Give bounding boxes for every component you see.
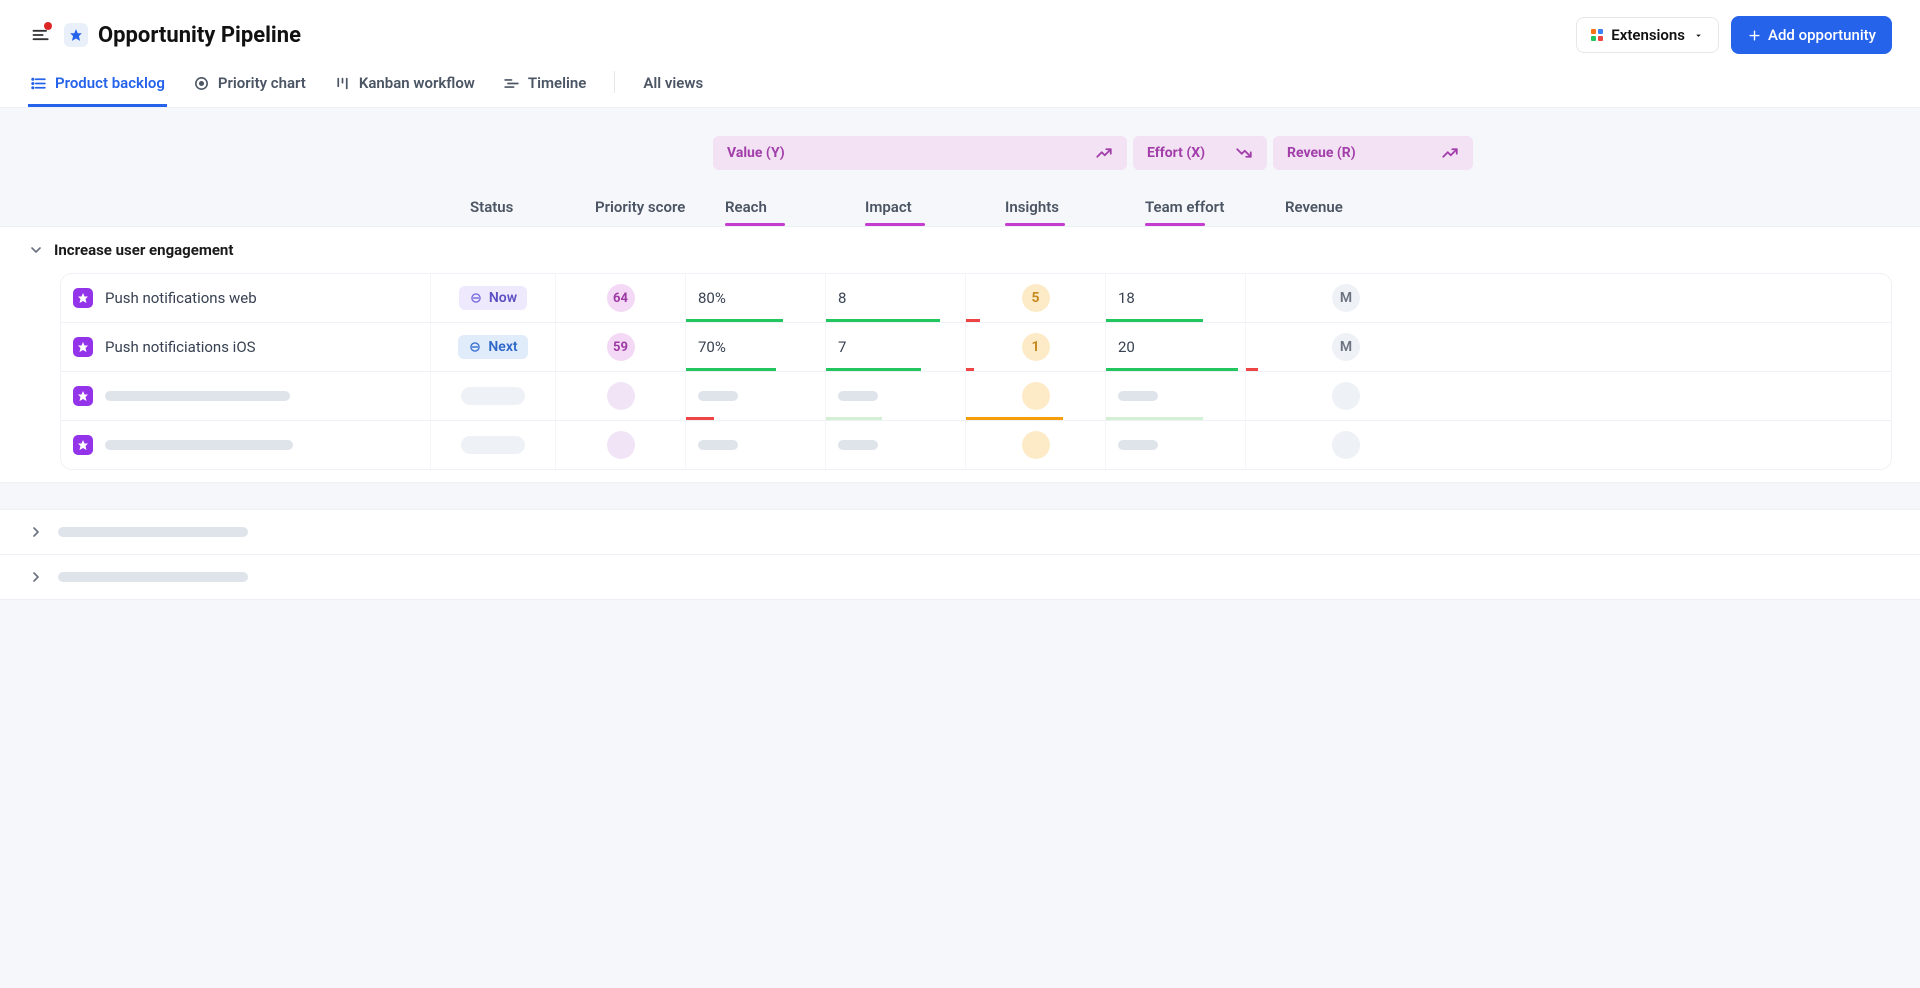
impact-value: 7 xyxy=(838,338,846,356)
tab-product-backlog[interactable]: Product backlog xyxy=(28,66,167,107)
plus-icon xyxy=(1747,28,1762,43)
status-label: Next xyxy=(488,339,517,355)
dimension-label: Reveue (R) xyxy=(1287,145,1356,161)
column-header-impact[interactable]: Impact xyxy=(853,188,993,226)
extensions-label: Extensions xyxy=(1611,26,1685,44)
insights-badge: 5 xyxy=(1022,284,1050,312)
tab-kanban[interactable]: Kanban workflow xyxy=(332,66,477,107)
revenue-badge: M xyxy=(1332,284,1360,312)
opportunity-star-icon xyxy=(73,337,93,357)
group-name: Increase user engagement xyxy=(54,241,233,259)
tab-label: Timeline xyxy=(528,74,586,92)
target-icon xyxy=(193,75,210,92)
group-header-collapsed[interactable] xyxy=(0,555,1920,600)
dimension-effort[interactable]: Effort (X) xyxy=(1133,136,1267,170)
tab-label: Kanban workflow xyxy=(359,74,475,92)
table-row-placeholder xyxy=(61,372,1891,421)
chevron-right-icon xyxy=(28,524,44,540)
chevron-down-icon xyxy=(28,242,44,258)
column-header-status[interactable]: Status xyxy=(458,188,583,226)
chevron-down-icon xyxy=(1693,30,1704,41)
dimension-revenue[interactable]: Reveue (R) xyxy=(1273,136,1473,170)
page-title: Opportunity Pipeline xyxy=(98,23,301,48)
reach-value: 80% xyxy=(698,289,726,307)
table-row[interactable]: Push notificiations iOS Next 59 xyxy=(61,323,1891,372)
tab-all-views[interactable]: All views xyxy=(641,66,705,107)
list-icon xyxy=(30,75,47,92)
dimension-label: Effort (X) xyxy=(1147,145,1205,161)
add-opportunity-label: Add opportunity xyxy=(1768,26,1876,44)
status-badge[interactable]: Next xyxy=(458,335,527,359)
tab-timeline[interactable]: Timeline xyxy=(501,66,588,107)
extensions-button[interactable]: Extensions xyxy=(1576,17,1719,53)
dimension-value[interactable]: Value (Y) xyxy=(713,136,1127,170)
priority-score-badge: 64 xyxy=(607,284,635,312)
chevron-right-icon xyxy=(28,569,44,585)
status-dot-icon xyxy=(469,291,483,305)
trend-up-icon xyxy=(1441,144,1459,162)
table-row[interactable]: Push notifications web Now 64 8 xyxy=(61,274,1891,323)
column-header-revenue[interactable]: Revenue xyxy=(1273,188,1473,226)
priority-score-badge: 59 xyxy=(607,333,635,361)
tab-priority-chart[interactable]: Priority chart xyxy=(191,66,308,107)
revenue-badge: M xyxy=(1332,333,1360,361)
table-row-placeholder xyxy=(61,421,1891,469)
group-header-engagement[interactable]: Increase user engagement xyxy=(0,227,1920,273)
insights-badge: 1 xyxy=(1022,333,1050,361)
opportunity-star-icon xyxy=(73,435,93,455)
tab-label: Product backlog xyxy=(55,74,165,92)
dimension-label: Value (Y) xyxy=(727,145,785,161)
timeline-icon xyxy=(503,75,520,92)
status-badge[interactable]: Now xyxy=(459,286,527,310)
row-name: Push notifications web xyxy=(105,289,257,307)
column-header-insights[interactable]: Insights xyxy=(993,188,1133,226)
tab-label: Priority chart xyxy=(218,74,306,92)
tab-separator xyxy=(614,71,615,93)
column-header-team-effort[interactable]: Team effort xyxy=(1133,188,1273,226)
group-header-collapsed[interactable] xyxy=(0,509,1920,555)
add-opportunity-button[interactable]: Add opportunity xyxy=(1731,16,1892,54)
team-effort-value: 18 xyxy=(1118,289,1135,307)
opportunity-star-icon xyxy=(73,386,93,406)
menu-button[interactable] xyxy=(28,22,54,48)
status-label: Now xyxy=(489,290,517,306)
status-dot-icon xyxy=(468,340,482,354)
opportunity-star-icon xyxy=(73,288,93,308)
trend-down-icon xyxy=(1235,144,1253,162)
project-star-icon xyxy=(64,23,88,47)
row-name: Push notificiations iOS xyxy=(105,338,256,356)
tab-label: All views xyxy=(643,74,703,92)
impact-value: 8 xyxy=(838,289,846,307)
column-header-reach[interactable]: Reach xyxy=(713,188,853,226)
column-header-priority-score[interactable]: Priority score xyxy=(583,188,713,226)
kanban-icon xyxy=(334,75,351,92)
reach-value: 70% xyxy=(698,338,726,356)
extensions-icon xyxy=(1591,29,1603,41)
team-effort-value: 20 xyxy=(1118,338,1135,356)
notification-dot-icon xyxy=(44,22,52,30)
trend-up-icon xyxy=(1095,144,1113,162)
